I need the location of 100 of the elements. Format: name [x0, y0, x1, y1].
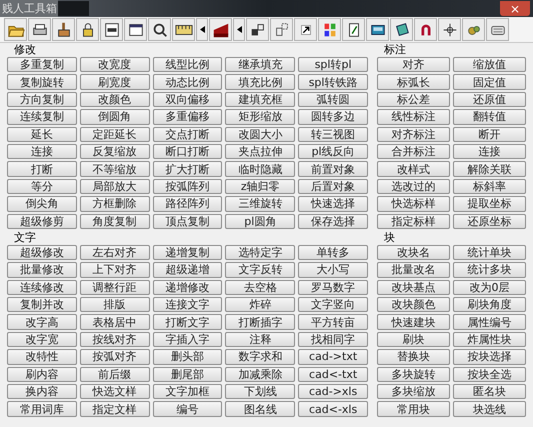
- tool-button[interactable]: 顶点复制: [152, 214, 222, 229]
- tool-button[interactable]: 线型比例: [152, 57, 222, 72]
- tool-button[interactable]: 改宽度: [80, 57, 150, 72]
- tool-button[interactable]: 文字竖向: [298, 297, 368, 312]
- tool-button[interactable]: 三维旋转: [225, 196, 296, 212]
- tool-button[interactable]: 断口打断: [152, 144, 222, 160]
- tool-button[interactable]: 排版: [80, 297, 150, 312]
- tool-button[interactable]: cad->xls: [298, 384, 368, 400]
- tool-button[interactable]: 刷宽度: [80, 74, 150, 90]
- tool-button[interactable]: 指定标样: [377, 214, 450, 229]
- toolbar-button[interactable]: [486, 18, 509, 41]
- tool-button[interactable]: 延长: [7, 126, 77, 142]
- tool-button[interactable]: 倒圆角: [80, 109, 150, 125]
- tool-button[interactable]: 删尾部: [152, 366, 222, 382]
- toolbar-button[interactable]: [366, 18, 389, 41]
- tool-button[interactable]: 局部放大: [80, 178, 150, 194]
- tool-button[interactable]: 刷块: [377, 332, 450, 348]
- toolbar-button[interactable]: [438, 18, 461, 41]
- toolbar-button[interactable]: [342, 18, 365, 41]
- tool-button[interactable]: 快速选择: [298, 196, 368, 212]
- tool-button[interactable]: 前置对象: [298, 161, 368, 177]
- tool-button[interactable]: cad->txt: [298, 349, 368, 365]
- toolbar-button[interactable]: [52, 18, 75, 41]
- tool-button[interactable]: 多块缩放: [377, 384, 450, 400]
- tool-button[interactable]: 临时隐藏: [225, 161, 296, 177]
- tool-button[interactable]: 快选文样: [80, 384, 150, 400]
- tool-button[interactable]: 方向复制: [7, 92, 77, 108]
- tool-button[interactable]: 对齐: [377, 57, 450, 72]
- tool-button[interactable]: 批量改名: [377, 262, 450, 278]
- toolbar-button[interactable]: [294, 18, 317, 41]
- tool-button[interactable]: 还原值: [453, 92, 526, 108]
- tool-button[interactable]: 转三视图: [298, 126, 368, 142]
- tool-button[interactable]: 扩大打断: [152, 161, 222, 177]
- tool-button[interactable]: 字插入字: [152, 332, 222, 348]
- tool-button[interactable]: 替换块: [377, 349, 450, 365]
- tool-button[interactable]: 统计多块: [453, 262, 526, 278]
- tool-button[interactable]: 打断文字: [152, 314, 222, 330]
- tool-button[interactable]: 炸属性块: [453, 332, 526, 348]
- tool-button[interactable]: 定距延长: [80, 126, 150, 142]
- tool-button[interactable]: 数字求和: [225, 349, 296, 365]
- tool-button[interactable]: 去空格: [225, 280, 296, 296]
- tool-button[interactable]: 复制并改: [7, 297, 77, 312]
- tool-button[interactable]: 超级修改: [7, 244, 77, 260]
- tool-button[interactable]: 编号: [152, 401, 222, 417]
- tool-button[interactable]: 不等缩放: [80, 161, 150, 177]
- tool-button[interactable]: 换内容: [7, 384, 77, 400]
- tool-button[interactable]: 超级递增: [152, 262, 222, 278]
- tool-button[interactable]: 连接文字: [152, 297, 222, 312]
- toolbar-button[interactable]: [76, 18, 99, 41]
- tool-button[interactable]: 刷块角度: [453, 297, 526, 312]
- tool-button[interactable]: 改圆大小: [225, 126, 296, 142]
- toolbar-button[interactable]: [100, 18, 123, 41]
- tool-button[interactable]: 常用块: [377, 401, 450, 417]
- tool-button[interactable]: 弧转圆: [298, 92, 368, 108]
- tool-button[interactable]: 标弧长: [377, 74, 450, 90]
- tool-button[interactable]: 矩形缩放: [225, 109, 296, 125]
- tool-button[interactable]: 合并标注: [377, 144, 450, 160]
- tool-button[interactable]: 固定值: [453, 74, 526, 90]
- tool-button[interactable]: 指定文样: [80, 401, 150, 417]
- tool-button[interactable]: 连续修改: [7, 280, 77, 296]
- tool-button[interactable]: 还原坐标: [453, 214, 526, 229]
- tool-button[interactable]: 炸碎: [225, 297, 296, 312]
- tool-button[interactable]: 建填充框: [225, 92, 296, 108]
- tool-button[interactable]: 翻转值: [453, 109, 526, 125]
- tool-button[interactable]: 角度复制: [80, 214, 150, 229]
- tool-button[interactable]: 后置对象: [298, 178, 368, 194]
- tool-button[interactable]: 交点打断: [152, 126, 222, 142]
- tool-button[interactable]: 改块颜色: [377, 297, 450, 312]
- tool-button[interactable]: 对齐标注: [377, 126, 450, 142]
- tool-button[interactable]: 按块选择: [453, 349, 526, 365]
- tool-button[interactable]: 按弧对齐: [80, 349, 150, 365]
- tool-button[interactable]: 图名线: [225, 401, 296, 417]
- toolbar-button[interactable]: [414, 18, 437, 41]
- tool-button[interactable]: 改块名: [377, 244, 450, 260]
- tool-button[interactable]: 大小写: [298, 262, 368, 278]
- tool-button[interactable]: 快选标样: [377, 196, 450, 212]
- tool-button[interactable]: 等分: [7, 178, 77, 194]
- tool-button[interactable]: 刷内容: [7, 366, 77, 382]
- tool-button[interactable]: 标斜率: [453, 178, 526, 194]
- tool-button[interactable]: 文字反转: [225, 262, 296, 278]
- tool-button[interactable]: 注释: [225, 332, 296, 348]
- tool-button[interactable]: 方框删除: [80, 196, 150, 212]
- tool-button[interactable]: cad<-txt: [298, 366, 368, 382]
- toolbar-button[interactable]: [246, 18, 269, 41]
- toolbar-button[interactable]: [318, 18, 341, 41]
- tool-button[interactable]: 线性标注: [377, 109, 450, 125]
- tool-button[interactable]: 填充比例: [225, 74, 296, 90]
- tool-button[interactable]: 递增修改: [152, 280, 222, 296]
- tool-button[interactable]: 左右对齐: [80, 244, 150, 260]
- tool-button[interactable]: 改字宽: [7, 332, 77, 348]
- tool-button[interactable]: 块选线: [453, 401, 526, 417]
- tool-button[interactable]: 按线对齐: [80, 332, 150, 348]
- tool-button[interactable]: 提取坐标: [453, 196, 526, 212]
- tool-button[interactable]: 文字加框: [152, 384, 222, 400]
- tool-button[interactable]: 改特性: [7, 349, 77, 365]
- tool-button[interactable]: 上下对齐: [80, 262, 150, 278]
- toolbar-button[interactable]: [270, 18, 293, 41]
- tool-button[interactable]: 改为0层: [453, 280, 526, 296]
- tool-button[interactable]: 缩放值: [453, 57, 526, 72]
- tool-button[interactable]: 改样式: [377, 161, 450, 177]
